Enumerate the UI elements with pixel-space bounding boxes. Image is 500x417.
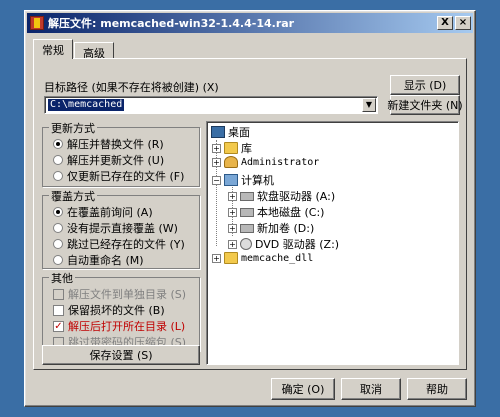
ok-button[interactable]: 确定 (O)	[271, 378, 335, 400]
tab-advanced[interactable]: 高级	[74, 42, 114, 60]
option-label: 解压并替换文件 (R)	[67, 138, 164, 151]
update-option-update[interactable]: 解压并更新文件 (U)	[53, 152, 164, 168]
expand-icon[interactable]: +	[212, 157, 221, 167]
option-label: 保留损坏的文件 (B)	[68, 304, 165, 317]
tree-item-libraries[interactable]: + 库	[212, 140, 252, 156]
collapse-icon[interactable]: −	[212, 175, 221, 185]
tree-item-label: DVD 驱动器 (Z:)	[255, 238, 340, 251]
radio-button[interactable]	[53, 171, 63, 181]
folder-icon	[224, 142, 238, 154]
tab-general[interactable]: 常规	[33, 39, 73, 59]
tree-item-computer[interactable]: − 计算机	[212, 172, 274, 188]
window-title: 解压文件: memcached-win32-1.4.4-14.rar	[48, 17, 295, 30]
misc-option-keep-broken[interactable]: 保留损坏的文件 (B)	[53, 302, 165, 318]
misc-option-separate-folder: 解压文件到单独目录 (S)	[53, 286, 186, 302]
show-button[interactable]: 显示 (D)	[390, 75, 460, 95]
target-path-combobox[interactable]: C:\memcached ▼	[44, 96, 378, 114]
radio-button[interactable]	[53, 207, 63, 217]
hard-drive-icon	[240, 207, 254, 217]
update-mode-group: 更新方式 解压并替换文件 (R) 解压并更新文件 (U) 仅更新已存在的文件 (…	[42, 120, 200, 187]
expand-icon[interactable]: +	[228, 223, 237, 233]
overwrite-option-skip[interactable]: 跳过已经存在的文件 (Y)	[53, 236, 185, 252]
overwrite-mode-title: 覆盖方式	[49, 188, 97, 204]
checkbox	[53, 288, 64, 300]
expand-icon[interactable]: +	[228, 239, 237, 249]
radio-button[interactable]	[53, 239, 63, 249]
tree-item-drive-d[interactable]: + 新加卷 (D:)	[228, 220, 314, 236]
tree-item-administrator[interactable]: + Administrator	[212, 156, 319, 168]
computer-icon	[224, 174, 238, 186]
tree-item-desktop[interactable]: 桌面	[211, 124, 250, 140]
option-label: 自动重命名 (M)	[67, 254, 144, 267]
misc-title: 其他	[49, 270, 75, 286]
checkbox-checked[interactable]: ✓	[53, 320, 64, 332]
hard-drive-icon	[240, 223, 254, 233]
tree-item-label: 软盘驱动器 (A:)	[257, 190, 336, 203]
overwrite-option-no-prompt[interactable]: 没有提示直接覆盖 (W)	[53, 220, 178, 236]
overwrite-mode-group: 覆盖方式 在覆盖前询问 (A) 没有提示直接覆盖 (W) 跳过已经存在的文件 (…	[42, 188, 200, 269]
option-label: 解压后打开所在目录 (L)	[68, 320, 186, 333]
option-label: 解压文件到单独目录 (S)	[68, 288, 187, 301]
winrar-icon	[30, 16, 44, 30]
misc-option-open-folder[interactable]: ✓ 解压后打开所在目录 (L)	[53, 318, 185, 334]
update-mode-title: 更新方式	[49, 120, 97, 136]
tree-item-label: 库	[241, 142, 252, 155]
new-folder-button[interactable]: 新建文件夹 (N)	[387, 95, 463, 115]
desktop-icon	[211, 126, 225, 138]
expand-icon[interactable]: +	[228, 207, 237, 217]
radio-button[interactable]	[53, 223, 63, 233]
option-label: 在覆盖前询问 (A)	[67, 206, 153, 219]
floppy-drive-icon	[240, 191, 254, 201]
tab-strip: 常规 高级	[33, 39, 115, 60]
radio-button[interactable]	[53, 155, 63, 165]
help-title-button[interactable]: X	[437, 16, 453, 30]
title-bar[interactable]: 解压文件: memcached-win32-1.4.4-14.rar X ×	[27, 13, 473, 33]
overwrite-option-ask[interactable]: 在覆盖前询问 (A)	[53, 204, 153, 220]
option-label: 跳过已经存在的文件 (Y)	[67, 238, 185, 251]
tree-item-floppy[interactable]: + 软盘驱动器 (A:)	[228, 188, 335, 204]
checkbox[interactable]	[53, 304, 64, 316]
tree-item-label: 桌面	[228, 126, 250, 139]
target-path-label: 目标路径 (如果不存在将被创建) (X)	[44, 81, 219, 94]
overwrite-option-rename[interactable]: 自动重命名 (M)	[53, 252, 144, 268]
target-path-value: C:\memcached	[48, 99, 125, 111]
close-button[interactable]: ×	[455, 16, 471, 30]
tree-item-label: memcache_dll	[241, 252, 314, 264]
folder-icon	[224, 252, 238, 264]
tree-item-label: 计算机	[241, 174, 274, 187]
option-label: 没有提示直接覆盖 (W)	[67, 222, 178, 235]
help-button[interactable]: 帮助	[407, 378, 467, 400]
tree-item-drive-c[interactable]: + 本地磁盘 (C:)	[228, 204, 324, 220]
cancel-button[interactable]: 取消	[341, 378, 401, 400]
chevron-down-icon[interactable]: ▼	[362, 98, 376, 112]
dvd-drive-icon	[240, 238, 252, 250]
misc-group: 其他 解压文件到单独目录 (S) 保留损坏的文件 (B) ✓ 解压后打开所在目录…	[42, 270, 200, 351]
expand-icon[interactable]: +	[212, 143, 221, 153]
radio-button[interactable]	[53, 139, 63, 149]
general-panel: 目标路径 (如果不存在将被创建) (X) 显示 (D) C:\memcached…	[33, 58, 467, 370]
update-option-existing-only[interactable]: 仅更新已存在的文件 (F)	[53, 168, 184, 184]
expand-icon[interactable]: +	[228, 191, 237, 201]
tree-item-label: 新加卷 (D:)	[257, 222, 315, 235]
tree-item-memcache-dll[interactable]: + memcache_dll	[212, 252, 313, 264]
folder-tree[interactable]: 桌面 + 库 + Administrator − 计算机 + 软盘驱动器 (A:…	[206, 121, 459, 365]
tree-item-label: 本地磁盘 (C:)	[257, 206, 325, 219]
radio-button[interactable]	[53, 255, 63, 265]
tree-item-dvd[interactable]: + DVD 驱动器 (Z:)	[228, 236, 339, 252]
update-option-replace[interactable]: 解压并替换文件 (R)	[53, 136, 164, 152]
tree-item-label: Administrator	[241, 156, 320, 168]
extract-dialog: 解压文件: memcached-win32-1.4.4-14.rar X × 常…	[24, 10, 476, 407]
save-settings-button[interactable]: 保存设置 (S)	[42, 345, 200, 365]
expand-icon[interactable]: +	[212, 253, 221, 263]
option-label: 解压并更新文件 (U)	[67, 154, 165, 167]
user-folder-icon	[224, 156, 238, 168]
option-label: 仅更新已存在的文件 (F)	[67, 170, 185, 183]
